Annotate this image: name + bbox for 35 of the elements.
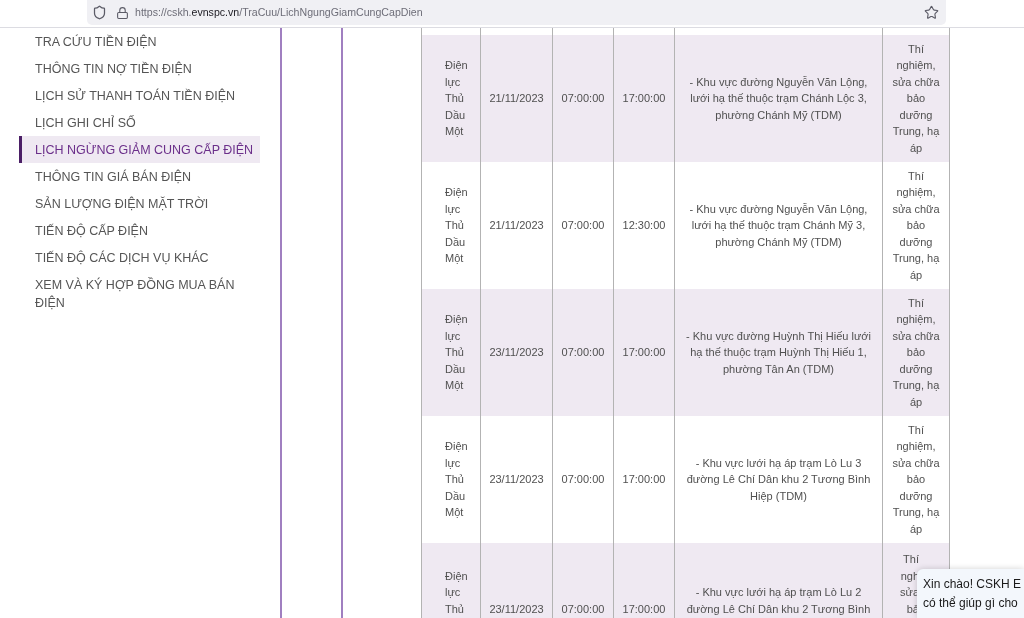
table-cell: 21/11/2023 [480,35,552,162]
table-cell: - Khu vực đường Huỳnh Thị Hiếu lưới hạ thế thuộc trạm Huỳnh Thị Hiếu 1, phường Tân An (TDM) [674,289,882,416]
table-cell: 07:00:00 [552,543,613,618]
lock-icon[interactable] [116,5,129,20]
sidebar-menu-item[interactable]: THÔNG TIN NỢ TIỀN ĐIỆN [19,55,260,82]
sidebar-menu-item[interactable]: XEM VÀ KÝ HỢP ĐỒNG MUA BÁN ĐIỆN [19,271,260,316]
sidebar-menu-item[interactable]: LỊCH GHI CHỈ SỐ [19,109,260,136]
sidebar-menu-item[interactable]: LỊCH SỬ THANH TOÁN TIỀN ĐIỆN [19,82,260,109]
sidebar-menu-item[interactable]: TIẾN ĐỘ CẤP ĐIỆN [19,217,260,244]
table-cell: 17:00:00 [613,543,674,618]
sidebar-menu-item[interactable]: TIẾN ĐỘ CÁC DỊCH VỤ KHÁC [19,244,260,271]
table-cell: 07:00:00 [552,289,613,416]
table-cell: 23/11/2023 [480,543,552,618]
table-cell: 07:00:00 [552,35,613,162]
sidebar-menu-item[interactable]: LỊCH NGỪNG GIẢM CUNG CẤP ĐIỆN [19,136,260,163]
bookmark-star-icon[interactable] [924,5,939,20]
sidebar-menu-item[interactable]: THÔNG TIN GIÁ BÁN ĐIỆN [19,163,260,190]
table-cell: Thí nghiệm, sửa chữa bảo dưỡng Trung, hạ áp [882,416,950,543]
table-cell: Điện lực Thủ Dầu Một [421,35,480,162]
shield-icon[interactable] [92,5,107,20]
table-cell: Điện lực Thủ Dầu Một [421,289,480,416]
table-cell: - Khu vực đường Nguyễn Văn Lộng, lưới hạ thế thuộc trạm Chánh Lộc 3, phường Chánh Mỹ (TDM) [674,35,882,162]
table-cell: 23/11/2023 [480,289,552,416]
table-cell: 17:00:00 [613,35,674,162]
url-text[interactable]: https://cskh.evnspc.vn/TraCuu/LichNgungGiamCungCapDien [135,4,423,21]
table-cell: Thí nghiệm, sửa chữa bảo dưỡng Trung, hạ áp [882,289,950,416]
table-cell: - Khu vực lưới hạ áp trạm Lò Lu 2 đường Lê Chí Dân khu 2 Tương Bình [674,543,882,618]
address-bar[interactable]: https://cskh.evnspc.vn/TraCuu/LichNgungGiamCungCapDien [87,0,946,25]
table-cell: Điện lực Thủ [421,543,480,618]
table-cell: 17:00:00 [613,289,674,416]
sidebar-menu-item[interactable]: TRA CỨU TIỀN ĐIỆN [19,28,260,55]
chat-popup[interactable]: Xin chào! CSKH E có thể giúp gì cho [917,569,1024,618]
table-cell: Thí nghiệm, sửa chữa bảo dưỡng Trung, hạ áp [882,35,950,162]
table-cell: Thí nghiệm, sửa chữa bảo dưỡng Trung, hạ áp [882,162,950,289]
sidebar-menu-item[interactable]: SẢN LƯỢNG ĐIỆN MẶT TRỜI [19,190,260,217]
